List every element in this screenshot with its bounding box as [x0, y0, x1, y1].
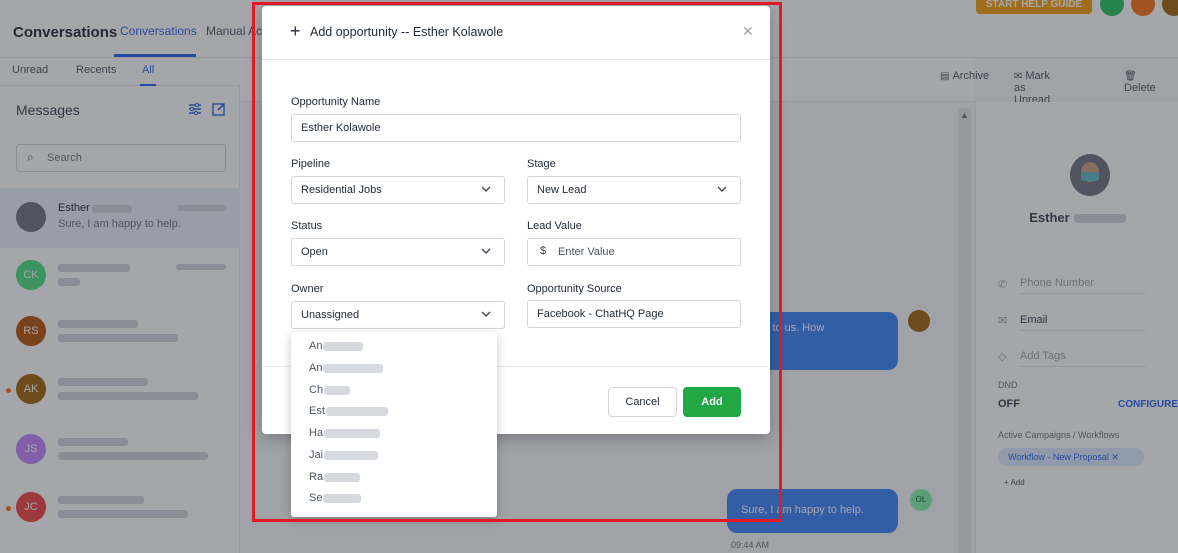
highlight-frame [252, 2, 782, 522]
